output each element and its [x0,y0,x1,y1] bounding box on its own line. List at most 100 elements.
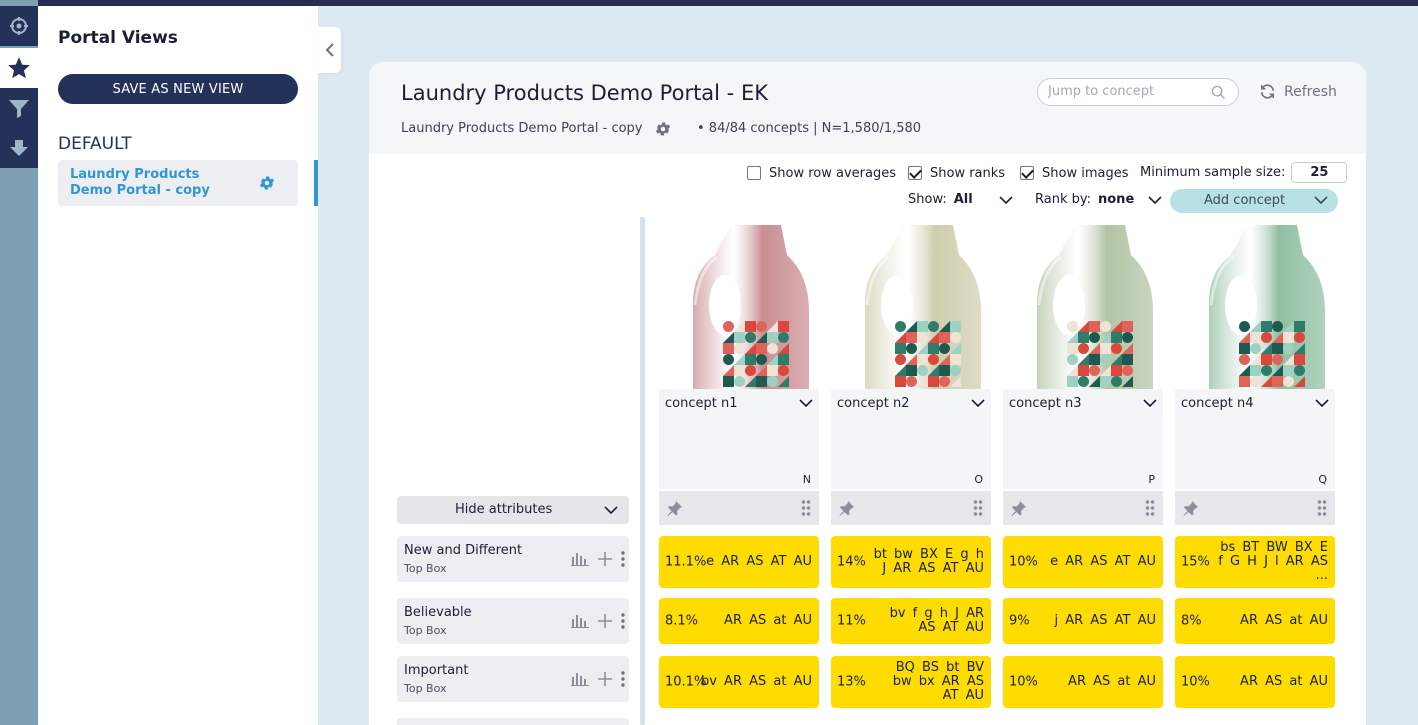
icon-rail [0,0,38,725]
more-options-icon[interactable] [621,671,625,687]
attribute-name: Believable [404,605,472,620]
drag-handle-icon[interactable] [1317,499,1327,517]
column-divider[interactable] [640,217,645,725]
bar-chart-icon[interactable] [571,672,589,686]
significance-letters: bv f g h J AR AS AT AU [889,606,984,635]
drag-handle-icon[interactable] [1145,499,1155,517]
pin-icon[interactable] [667,500,683,516]
hide-attributes-button[interactable]: Hide attributes [397,496,629,524]
chevron-down-icon[interactable] [971,399,985,407]
rank-value: none [1098,192,1135,207]
score-cell[interactable]: 13% BQ BS bt BV bw bx AR AS AT AU [831,656,991,708]
significance-letters: bt bw BX E g h J AR AS AT AU [873,547,984,576]
score-cell[interactable]: 15% bs BT BW BX E f G H J l AR AS ... [1175,536,1335,588]
concept-name: concept n2 [837,396,910,411]
score-cell[interactable]: 11% bv f g h J AR AS AT AU [831,598,991,644]
refresh-icon [1260,84,1275,99]
bar-chart-icon[interactable] [571,552,589,566]
search-input[interactable] [1048,84,1208,99]
pin-icon[interactable] [1011,500,1027,516]
more-options-icon[interactable] [621,551,625,567]
plus-icon[interactable] [597,671,613,687]
score-percent: 10% [1009,554,1038,570]
add-concept-dropdown[interactable]: Add concept [1170,189,1338,213]
concept-name: concept n4 [1181,396,1254,411]
concept-image-wrap[interactable] [659,225,819,391]
show-ranks-checkbox[interactable]: Show ranks [908,162,1005,184]
show-row-averages-label: Show row averages [769,165,896,181]
chevron-down-icon[interactable] [1143,399,1157,407]
gear-icon[interactable] [258,174,276,192]
attribute-row[interactable]: Believable Top Box [397,598,629,644]
rank-by-dropdown[interactable]: Rank by: none [1035,192,1162,207]
attribute-row[interactable]: Important Top Box [397,656,629,702]
score-cell[interactable]: 11.1% e AR AS AT AU [659,536,819,588]
chevron-down-icon[interactable] [799,399,813,407]
score-cell[interactable]: 8.1% AR AS at AU [659,598,819,644]
show-images-label: Show images [1042,165,1129,181]
concept-image-wrap[interactable] [831,225,991,391]
attribute-row[interactable]: New and Different Top Box [397,536,629,582]
concept-image-wrap[interactable] [1175,225,1335,391]
rank-label: Rank by: [1035,192,1091,207]
significance-letters: BQ BS bt BV bw bx AR AS AT AU [892,660,984,703]
score-cell[interactable]: 8% AR AS at AU [1175,598,1335,644]
show-row-averages-checkbox[interactable]: Show row averages [747,162,896,184]
collapse-panel-button[interactable] [318,27,341,73]
more-options-icon[interactable] [621,613,625,629]
drag-handle-icon[interactable] [801,499,811,517]
score-percent: 10% [1009,674,1038,690]
concept-toolbar [831,491,991,525]
concept-header[interactable]: concept n4 Q [1175,389,1335,489]
save-as-new-view-button[interactable]: SAVE AS NEW VIEW [58,74,298,104]
filter-icon[interactable] [0,88,38,128]
score-cell[interactable]: 10% AR AS at AU [1003,656,1163,708]
score-cell[interactable]: 10.1% bv AR AS at AU [659,656,819,708]
chevron-down-icon [999,195,1013,204]
concept-image-wrap[interactable] [1003,225,1163,391]
min-sample-input[interactable]: 25 [1291,162,1348,183]
portal-title: Laundry Products Demo Portal - EK [401,81,768,105]
refresh-button[interactable]: Refresh [1259,83,1337,100]
concept-image [1209,225,1325,391]
show-dropdown[interactable]: Show: All [908,192,1013,207]
minimum-sample-size: Minimum sample size: 25 [1140,162,1348,183]
star-icon[interactable] [0,48,38,88]
score-percent: 11% [837,613,866,629]
attribute-metric: Top Box [404,562,447,575]
portal-card: Laundry Products Demo Portal - EK Laundr… [369,62,1366,725]
show-value: All [953,192,973,207]
brain-icon[interactable] [0,6,38,46]
score-cell[interactable]: 9% j AR AS AT AU [1003,598,1163,644]
plus-icon[interactable] [597,613,613,629]
pin-icon[interactable] [839,500,855,516]
gear-icon[interactable] [654,120,672,138]
pin-icon[interactable] [1183,500,1199,516]
score-cell[interactable]: 10% AR AS at AU [1175,656,1335,708]
show-images-checkbox[interactable]: Show images [1020,162,1128,184]
concept-header[interactable]: concept n1 N [659,389,819,489]
score-cell[interactable]: 14% bt bw BX E g h J AR AS AT AU [831,536,991,588]
checkbox-box[interactable] [1020,166,1034,180]
significance-letters: AR AS at AU [1068,674,1156,689]
concept-header[interactable]: concept n2 O [831,389,991,489]
score-percent: 9% [1009,613,1030,629]
checkbox-box[interactable] [908,166,922,180]
score-cell[interactable]: 10% e AR AS AT AU [1003,536,1163,588]
portal-views-panel: Portal Views SAVE AS NEW VIEW DEFAULT La… [38,6,318,725]
chevron-down-icon [1148,195,1162,204]
download-icon[interactable] [0,128,38,168]
portal-view-item[interactable]: Laundry Products Demo Portal - copy [58,160,298,206]
concept-header[interactable]: concept n3 P [1003,389,1163,489]
significance-letters: bv AR AS at AU [700,674,812,689]
min-sample-label: Minimum sample size: [1140,165,1286,180]
concept-image [693,225,809,391]
refresh-label: Refresh [1284,83,1337,100]
bar-chart-icon[interactable] [571,614,589,628]
plus-icon[interactable] [597,551,613,567]
chevron-down-icon[interactable] [1315,399,1329,407]
default-group-label: DEFAULT [58,134,132,154]
drag-handle-icon[interactable] [973,499,983,517]
significance-letters: e AR AS AT AU [1050,554,1156,569]
checkbox-box[interactable] [747,166,761,180]
